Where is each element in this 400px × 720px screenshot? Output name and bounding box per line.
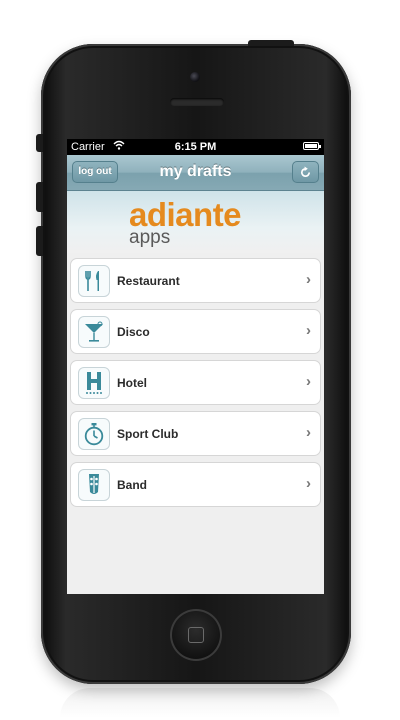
chevron-right-icon: ›	[306, 373, 311, 390]
list-item-sport-club[interactable]: Sport Club ›	[70, 411, 321, 456]
cocktail-icon	[78, 316, 110, 348]
app-screen: Carrier 6:15 PM log out my drafts adiant…	[67, 139, 324, 594]
list-item-disco[interactable]: Disco ›	[70, 309, 321, 354]
list-item-hotel[interactable]: Hotel ›	[70, 360, 321, 405]
list-item-label: Restaurant	[117, 274, 180, 288]
phone-reflection	[60, 688, 340, 718]
refresh-button[interactable]	[292, 161, 319, 183]
mute-switch	[36, 134, 43, 152]
chevron-right-icon: ›	[306, 424, 311, 441]
chevron-right-icon: ›	[306, 322, 311, 339]
guitar-icon	[78, 469, 110, 501]
status-bar: Carrier 6:15 PM	[67, 139, 324, 155]
list-item-label: Sport Club	[117, 427, 179, 441]
list-item-label: Disco	[117, 325, 150, 339]
battery-icon	[303, 142, 321, 150]
navigation-bar: log out my drafts	[67, 155, 324, 191]
brand-header: adiante apps	[67, 191, 324, 253]
home-button[interactable]	[170, 609, 222, 661]
power-button	[248, 40, 294, 46]
utensils-icon	[78, 265, 110, 297]
chevron-right-icon: ›	[306, 475, 311, 492]
stopwatch-icon	[78, 418, 110, 450]
list-item-label: Hotel	[117, 376, 147, 390]
refresh-icon	[299, 166, 312, 182]
front-camera	[190, 72, 200, 82]
volume-up-button	[36, 182, 43, 212]
list-item-band[interactable]: Band ›	[70, 462, 321, 507]
list-item-label: Band	[117, 478, 147, 492]
page-title: my drafts	[159, 163, 232, 180]
earpiece-speaker	[170, 98, 224, 106]
chevron-right-icon: ›	[306, 271, 311, 288]
status-time: 6:15 PM	[174, 141, 217, 153]
logo-apps: apps	[129, 227, 171, 248]
volume-down-button	[36, 226, 43, 256]
list-item-restaurant[interactable]: Restaurant ›	[70, 258, 321, 303]
hotel-icon	[78, 367, 110, 399]
